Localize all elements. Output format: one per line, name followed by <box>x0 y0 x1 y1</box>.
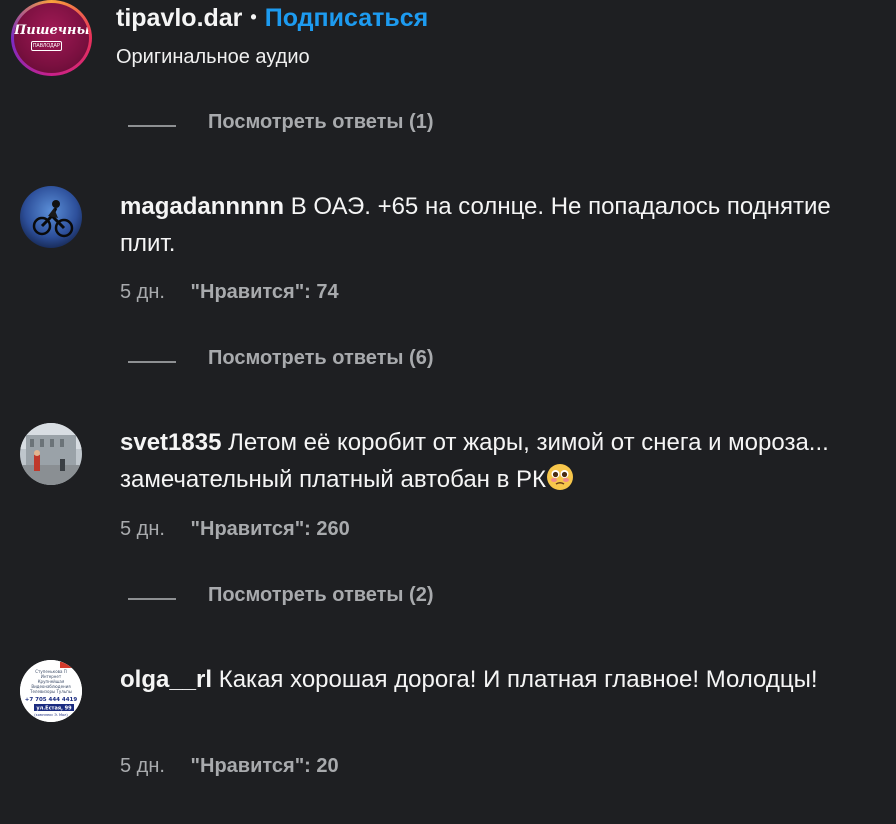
avatar-card-line: (комплекс Э. Мол) <box>34 713 68 717</box>
flushed-face-emoji-icon <box>546 463 574 491</box>
comment-time: 5 дн. <box>120 281 165 303</box>
logo-plaque: ПАВЛОДАР <box>31 41 62 51</box>
author-line: tipavlo.dar • Подписаться <box>116 4 428 33</box>
comment-body: Летом её коробит от жары, зимой от снега… <box>120 429 829 493</box>
cyclist-avatar-icon <box>20 186 82 248</box>
reels-comments-view: Пишечный ПАВЛОДАР tipavlo.dar • Подписатьс… <box>0 0 896 824</box>
comment-username[interactable]: olga__rl <box>120 666 212 693</box>
comment-avatar[interactable] <box>20 423 82 485</box>
avatar-card-line: Телевизоры Тульпы <box>29 689 72 694</box>
view-replies-label: Посмотреть ответы (1) <box>208 111 434 133</box>
comment-time: 5 дн. <box>120 755 165 777</box>
comment-text: magadannnnn В ОАЭ. +65 на солнце. Не поп… <box>120 188 860 262</box>
author-username[interactable]: tipavlo.dar <box>116 4 242 32</box>
avatar-card-line: +7 705 444 4419 <box>25 697 78 703</box>
comment-text: svet1835 Летом её коробит от жары, зимой… <box>120 424 860 498</box>
comment-avatar[interactable] <box>20 186 82 248</box>
comment-likes[interactable]: "Нравится": 20 <box>191 755 339 777</box>
comment-meta: 5 дн. "Нравится": 20 <box>120 755 339 778</box>
comment-time: 5 дн. <box>120 518 165 540</box>
brand-logo-icon: Пишечный ПАВЛОДАР <box>14 3 89 73</box>
comment-meta: 5 дн. "Нравится": 260 <box>120 518 350 541</box>
separator-dot: • <box>250 7 257 27</box>
replies-divider-line <box>128 125 176 127</box>
replies-divider-line <box>128 361 176 363</box>
view-replies-label: Посмотреть ответы (2) <box>208 584 434 606</box>
replies-divider-line <box>128 598 176 600</box>
street-photo-avatar-icon <box>20 423 82 485</box>
avatar-card-line: ул.Естая, 99 <box>36 706 72 712</box>
view-replies-label: Посмотреть ответы (6) <box>208 347 434 369</box>
follow-button[interactable]: Подписаться <box>265 4 428 32</box>
comment-text: olga__rl Какая хорошая дорога! И платная… <box>120 661 860 698</box>
original-audio-link[interactable]: Оригинальное аудио <box>116 46 310 69</box>
comment-body: Какая хорошая дорога! И платная главное!… <box>218 666 818 693</box>
comment-username[interactable]: magadannnnn <box>120 193 284 220</box>
comment-likes[interactable]: "Нравится": 74 <box>191 281 339 303</box>
comment-likes[interactable]: "Нравится": 260 <box>191 518 350 540</box>
business-card-avatar-icon: Ступенькова П Интернет Крупнейшая Видеон… <box>20 660 82 722</box>
comment-meta: 5 дн. "Нравится": 74 <box>120 281 339 304</box>
logo-text: Пишечный <box>14 23 89 38</box>
comment-username[interactable]: svet1835 <box>120 429 221 456</box>
author-avatar[interactable]: Пишечный ПАВЛОДАР <box>11 0 92 76</box>
comment-avatar[interactable]: Ступенькова П Интернет Крупнейшая Видеон… <box>20 660 82 722</box>
